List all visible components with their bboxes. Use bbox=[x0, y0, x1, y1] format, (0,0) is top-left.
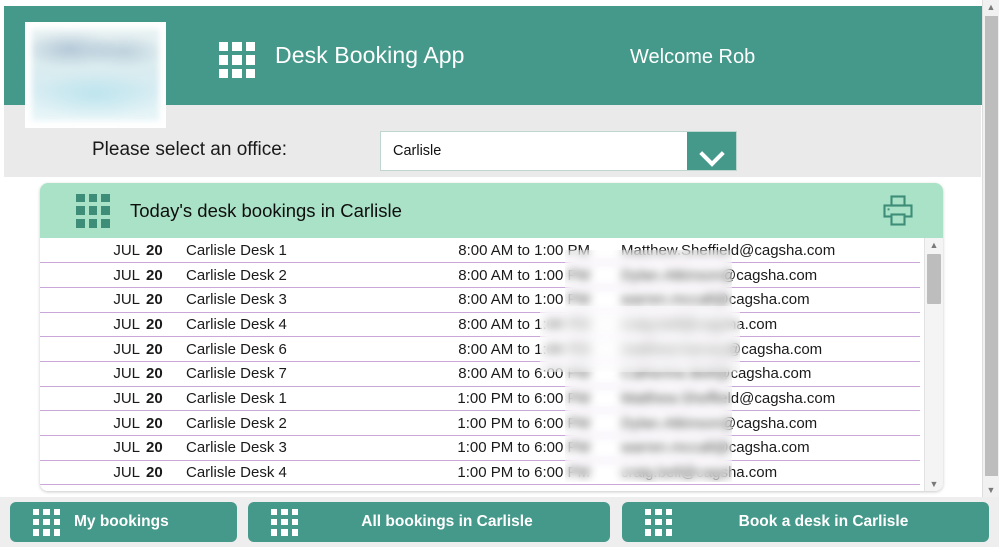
bookings-table-body: JUL 20 Carlisle Desk 1 8:00 AM to 1:00 P… bbox=[40, 238, 920, 486]
table-row[interactable]: JUL 20 Carlisle Desk 1 1:00 PM to 6:00 P… bbox=[40, 386, 920, 412]
cell-time: 1:00 PM to 6:00 PM bbox=[389, 435, 604, 461]
table-row[interactable]: JUL 20 Carlisle Desk 4 1:00 PM to 6:00 P… bbox=[40, 460, 920, 486]
chevron-down-icon bbox=[701, 145, 723, 158]
office-select[interactable] bbox=[380, 131, 737, 171]
table-row[interactable]: JUL 20 Carlisle Desk 3 1:00 PM to 6:00 P… bbox=[40, 435, 920, 461]
page-scroll-down-arrow-icon[interactable]: ▼ bbox=[983, 483, 999, 497]
table-row[interactable]: JUL 20 Carlisle Desk 1 8:00 AM to 1:00 P… bbox=[40, 238, 920, 264]
cell-email: warren.mccall@cagsha.com bbox=[604, 287, 920, 313]
page-scroll-up-arrow-icon[interactable]: ▲ bbox=[983, 0, 999, 14]
cell-month: JUL bbox=[40, 460, 146, 486]
company-logo bbox=[25, 22, 166, 128]
book-desk-button[interactable]: Book a desk in Carlisle bbox=[622, 502, 989, 542]
app-title: Desk Booking App bbox=[275, 42, 465, 68]
table-scrollbar[interactable]: ▲ ▼ bbox=[924, 238, 943, 491]
bookings-card: Today's desk bookings in Carlisle JUL 20 bbox=[40, 183, 943, 491]
book-desk-label: Book a desk in Carlisle bbox=[738, 513, 909, 530]
cell-month: JUL bbox=[40, 410, 146, 436]
cell-day: 20 bbox=[146, 287, 174, 313]
table-row[interactable]: JUL 20 Carlisle Desk 2 1:00 PM to 6:00 P… bbox=[40, 410, 920, 436]
cell-desk: Carlisle Desk 4 bbox=[174, 312, 389, 338]
grid-icon bbox=[219, 42, 255, 78]
cell-day: 20 bbox=[146, 312, 174, 338]
footer-toolbar: My bookings All bookings in Carlisle Boo… bbox=[0, 497, 999, 547]
cell-desk: Carlisle Desk 3 bbox=[174, 435, 389, 461]
cell-month: JUL bbox=[40, 312, 146, 338]
cell-month: JUL bbox=[40, 435, 146, 461]
cell-desk: Carlisle Desk 4 bbox=[174, 460, 389, 486]
bookings-table-wrap: JUL 20 Carlisle Desk 1 8:00 AM to 1:00 P… bbox=[40, 238, 943, 491]
cell-month: JUL bbox=[40, 262, 146, 288]
my-bookings-button[interactable]: My bookings bbox=[10, 502, 237, 542]
office-select-dropdown-button[interactable] bbox=[687, 132, 736, 170]
cell-day: 20 bbox=[146, 460, 174, 486]
cell-time: 8:00 AM to 1:00 PM bbox=[389, 238, 604, 264]
grid-icon bbox=[271, 508, 298, 536]
cell-day: 20 bbox=[146, 361, 174, 387]
my-bookings-label: My bookings bbox=[74, 513, 169, 530]
cell-time: 8:00 AM to 1:00 PM bbox=[389, 336, 604, 362]
welcome-message: Welcome Rob bbox=[630, 46, 756, 68]
desk-booking-app: Desk Booking App Welcome Rob Please sele… bbox=[0, 0, 999, 547]
cell-desk: Carlisle Desk 6 bbox=[174, 336, 389, 362]
cell-desk: Carlisle Desk 7 bbox=[174, 361, 389, 387]
cell-month: JUL bbox=[40, 361, 146, 387]
table-row[interactable]: JUL 20 Carlisle Desk 2 8:00 AM to 1:00 P… bbox=[40, 262, 920, 288]
page-scrollbar-thumb[interactable] bbox=[985, 16, 998, 476]
cell-month: JUL bbox=[40, 336, 146, 362]
table-row[interactable]: JUL 20 Carlisle Desk 6 8:00 AM to 1:00 P… bbox=[40, 336, 920, 362]
cell-desk: Carlisle Desk 2 bbox=[174, 410, 389, 436]
cell-month: JUL bbox=[40, 238, 146, 264]
table-row[interactable]: JUL 20 Carlisle Desk 3 8:00 AM to 1:00 P… bbox=[40, 287, 920, 313]
cell-day: 20 bbox=[146, 262, 174, 288]
grid-icon bbox=[76, 193, 110, 228]
cell-email: matthew.harvey@cagsha.com bbox=[604, 336, 920, 362]
cell-month: JUL bbox=[40, 386, 146, 412]
cell-time: 1:00 PM to 6:00 PM bbox=[389, 386, 604, 412]
office-select-label: Please select an office: bbox=[92, 139, 288, 160]
company-logo-image bbox=[32, 29, 159, 121]
grid-icon bbox=[33, 508, 60, 536]
cell-desk: Carlisle Desk 3 bbox=[174, 287, 389, 313]
cell-day: 20 bbox=[146, 336, 174, 362]
printer-icon[interactable] bbox=[881, 194, 915, 227]
grid-icon bbox=[645, 508, 672, 536]
cell-email: craig.bell@cagsha.com bbox=[604, 312, 920, 338]
office-select-input[interactable] bbox=[381, 132, 687, 170]
cell-email: craig.bell@cagsha.com bbox=[604, 460, 920, 486]
cell-email: Catherine.Bell@cagsha.com bbox=[604, 361, 920, 387]
table-scrollbar-thumb[interactable] bbox=[927, 254, 941, 304]
cell-desk: Carlisle Desk 2 bbox=[174, 262, 389, 288]
cell-time: 8:00 AM to 1:00 PM bbox=[389, 262, 604, 288]
cell-email: Matthew.Sheffield@cagsha.com bbox=[604, 238, 920, 264]
bookings-table-clip: JUL 20 Carlisle Desk 1 8:00 AM to 1:00 P… bbox=[40, 238, 920, 491]
scroll-up-arrow-icon[interactable]: ▲ bbox=[925, 238, 943, 252]
all-bookings-label: All bookings in Carlisle bbox=[361, 513, 533, 530]
page-scrollbar[interactable]: ▲ ▼ bbox=[982, 0, 999, 497]
bookings-card-title: Today's desk bookings in Carlisle bbox=[130, 199, 402, 221]
table-row[interactable]: JUL 20 Carlisle Desk 4 8:00 AM to 1:00 P… bbox=[40, 312, 920, 338]
cell-time: 8:00 AM to 6:00 PM bbox=[389, 361, 604, 387]
table-row[interactable]: JUL 20 Carlisle Desk 7 8:00 AM to 6:00 P… bbox=[40, 361, 920, 387]
cell-email: Matthew.Sheffield@cagsha.com bbox=[604, 386, 920, 412]
cell-time: 1:00 PM to 6:00 PM bbox=[389, 410, 604, 436]
cell-time: 1:00 PM to 6:00 PM bbox=[389, 460, 604, 486]
cell-day: 20 bbox=[146, 386, 174, 412]
bookings-table: JUL 20 Carlisle Desk 1 8:00 AM to 1:00 P… bbox=[40, 238, 920, 486]
cell-email: Dylan.Atkinson@cagsha.com bbox=[604, 410, 920, 436]
cell-month: JUL bbox=[40, 287, 146, 313]
cell-day: 20 bbox=[146, 435, 174, 461]
all-bookings-button[interactable]: All bookings in Carlisle bbox=[248, 502, 610, 542]
cell-email: Dylan.Atkinson@cagsha.com bbox=[604, 262, 920, 288]
scroll-down-arrow-icon[interactable]: ▼ bbox=[925, 477, 943, 491]
cell-day: 20 bbox=[146, 410, 174, 436]
cell-time: 8:00 AM to 1:00 PM bbox=[389, 312, 604, 338]
bookings-card-header: Today's desk bookings in Carlisle bbox=[40, 183, 943, 238]
cell-email: warren.mccall@cagsha.com bbox=[604, 435, 920, 461]
cell-desk: Carlisle Desk 1 bbox=[174, 238, 389, 264]
cell-desk: Carlisle Desk 1 bbox=[174, 386, 389, 412]
cell-day: 20 bbox=[146, 238, 174, 264]
cell-time: 8:00 AM to 1:00 PM bbox=[389, 287, 604, 313]
